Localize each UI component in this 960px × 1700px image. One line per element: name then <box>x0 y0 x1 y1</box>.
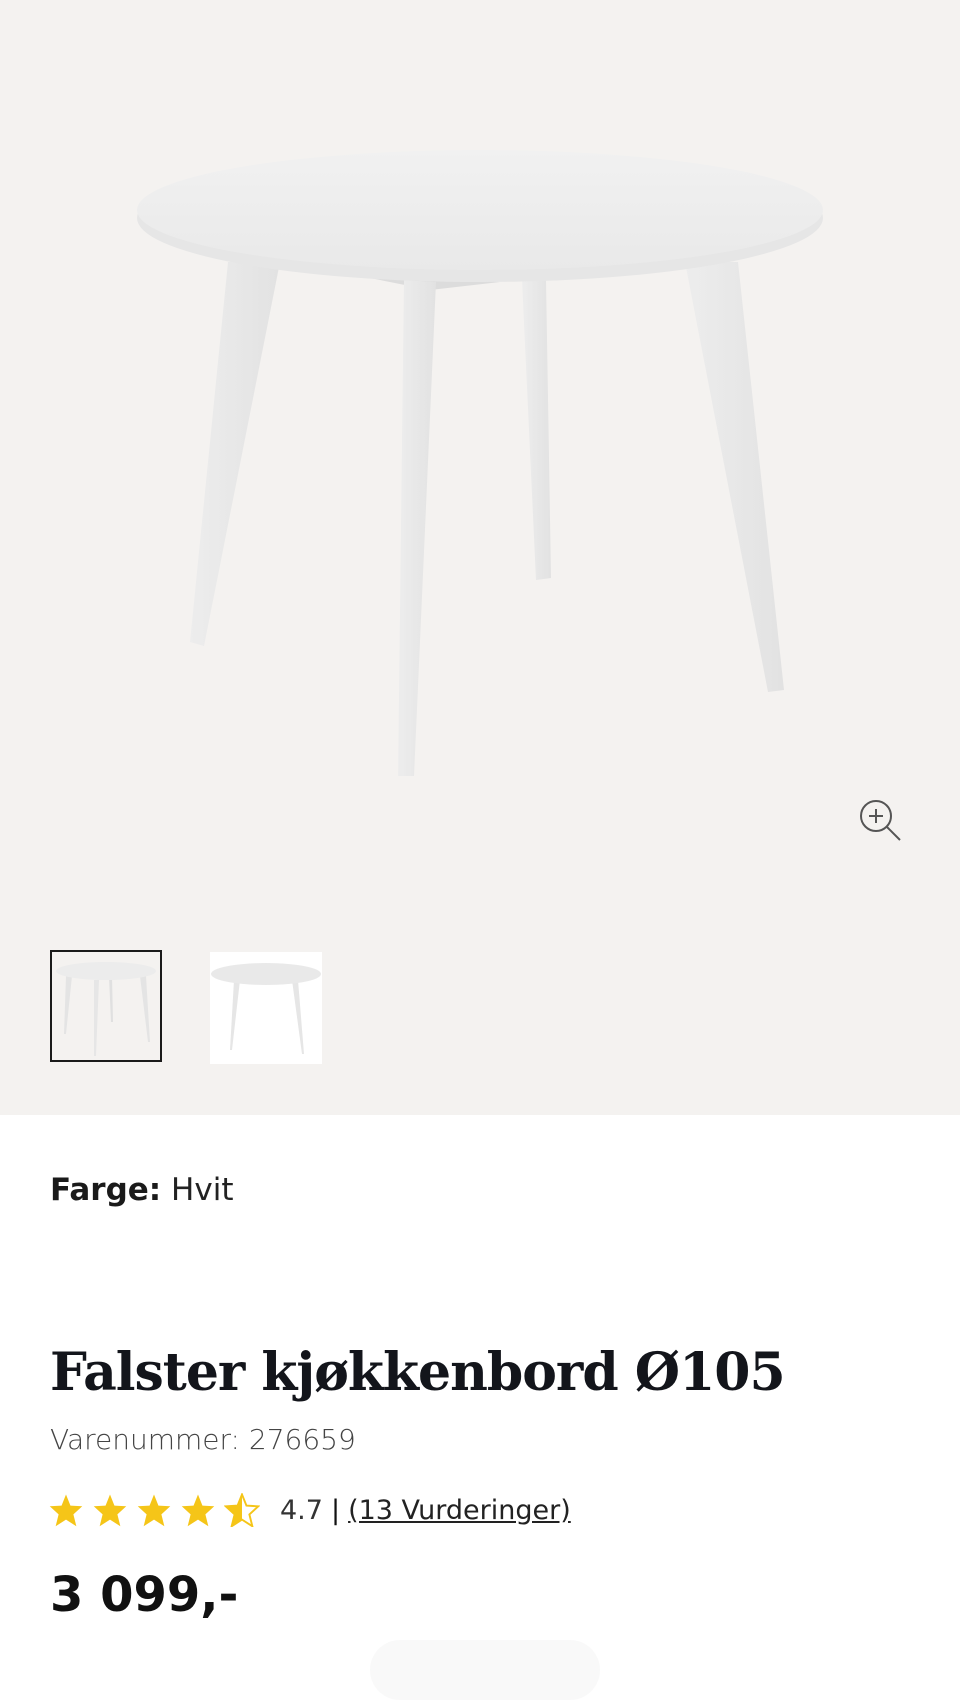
star-full-icon <box>180 1493 216 1527</box>
reviews-link[interactable]: (13 Vurderinger) <box>348 1495 571 1526</box>
star-full-icon <box>136 1493 172 1527</box>
star-half-icon <box>224 1493 260 1527</box>
star-full-icon <box>92 1493 128 1527</box>
product-gallery <box>0 0 960 1115</box>
color-value: Hvit <box>171 1172 234 1208</box>
thumbnail-1[interactable] <box>50 950 162 1062</box>
product-price: 3 099,- <box>50 1567 239 1623</box>
product-sku: Varenummer: 276659 <box>50 1423 356 1456</box>
color-selection: Farge: Hvit <box>50 1170 233 1210</box>
product-rating: 4.7 | (13 Vurderinger) <box>48 1488 571 1532</box>
product-title: Falster kjøkkenbord Ø105 <box>50 1342 786 1403</box>
add-to-cart-button-partial[interactable] <box>370 1640 600 1700</box>
product-main-image[interactable] <box>0 0 960 900</box>
rating-separator: | <box>330 1494 341 1526</box>
star-full-icon <box>48 1493 84 1527</box>
zoom-in-icon[interactable] <box>855 795 905 845</box>
rating-stars <box>48 1493 260 1527</box>
thumbnail-2[interactable] <box>210 952 322 1064</box>
rating-score: 4.7 <box>280 1494 323 1526</box>
color-label: Farge: <box>50 1172 162 1208</box>
